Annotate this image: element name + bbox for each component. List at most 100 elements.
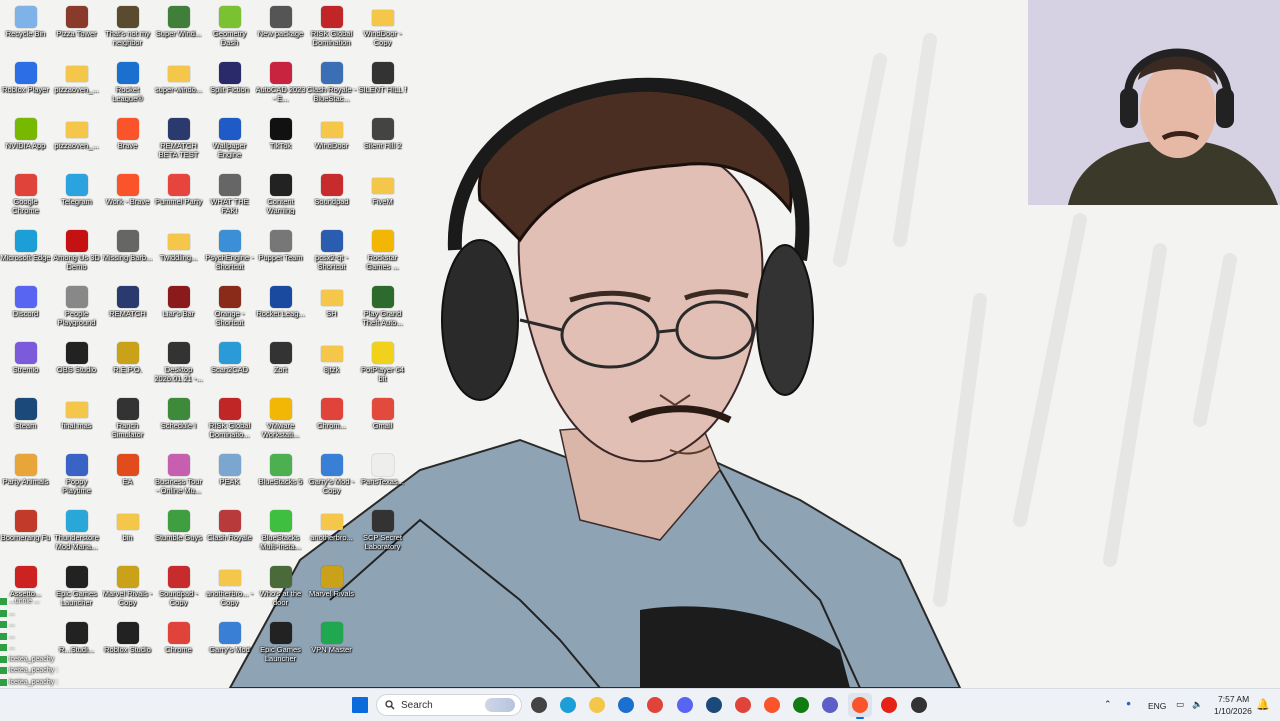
desktop-shortcut[interactable]: super-windo... xyxy=(153,60,204,116)
desktop-shortcut[interactable]: Microsoft Edge xyxy=(0,228,51,284)
desktop-shortcut[interactable]: FiveM xyxy=(357,172,408,228)
desktop-shortcut[interactable]: Schedule I xyxy=(153,396,204,452)
desktop-shortcut[interactable]: Poppy Playtime xyxy=(51,452,102,508)
desktop-shortcut[interactable]: Twiddling... xyxy=(153,228,204,284)
teams-taskbar[interactable] xyxy=(818,693,842,717)
desktop-shortcut[interactable]: Content Warning xyxy=(255,172,306,228)
desktop-shortcut[interactable]: Telegram xyxy=(51,172,102,228)
desktop-shortcut[interactable]: Boomerang Fu xyxy=(0,508,51,564)
desktop-shortcut[interactable]: Gmail xyxy=(357,396,408,452)
desktop-shortcut[interactable]: Soundpad xyxy=(306,172,357,228)
desktop-shortcut[interactable]: Brave xyxy=(102,116,153,172)
brave-active-taskbar[interactable] xyxy=(848,693,872,719)
desktop-shortcut[interactable]: Rocket Leag... xyxy=(255,284,306,340)
desktop-shortcut[interactable]: AutoCAD 2023 - E... xyxy=(255,60,306,116)
desktop-shortcut[interactable]: New package xyxy=(255,4,306,60)
desktop-shortcut[interactable]: TikTok xyxy=(255,116,306,172)
vpn-taskbar[interactable] xyxy=(731,693,755,717)
desktop-shortcut[interactable]: anotherbro... xyxy=(306,508,357,564)
desktop-shortcut[interactable]: Liar's Bar xyxy=(153,284,204,340)
desktop-shortcut[interactable]: BlueStacks Multi-Insta... xyxy=(255,508,306,564)
desktop-shortcut[interactable]: Rockstar Games ... xyxy=(357,228,408,284)
desktop-shortcut[interactable]: Soundpad - Copy xyxy=(153,564,204,620)
desktop-shortcut[interactable]: PsychEngine - Shortcut xyxy=(204,228,255,284)
desktop-shortcut[interactable]: Silent Hill 2 xyxy=(357,116,408,172)
desktop-shortcut[interactable]: That's not my neighbor xyxy=(102,4,153,60)
network-icon[interactable]: ▭ xyxy=(1176,699,1184,710)
desktop-shortcut[interactable]: Stremio xyxy=(0,340,51,396)
desktop-shortcut[interactable]: Discord xyxy=(0,284,51,340)
desktop-shortcut[interactable]: REMATCH BETA TEST xyxy=(153,116,204,172)
desktop-shortcut[interactable]: 8jtzk xyxy=(306,340,357,396)
notification-bell-icon[interactable]: 🔔 xyxy=(1256,698,1270,711)
steam-taskbar[interactable] xyxy=(702,693,726,717)
desktop-shortcut[interactable]: final.mas xyxy=(51,396,102,452)
desktop-shortcut[interactable]: OBS Studio xyxy=(51,340,102,396)
desktop-shortcut[interactable]: Chrom... xyxy=(306,396,357,452)
desktop-shortcut[interactable]: ParisTexas... xyxy=(357,452,408,508)
desktop-shortcut[interactable]: PotPlayer 64 bit xyxy=(357,340,408,396)
desktop-shortcut[interactable]: SCP Secret Laboratory xyxy=(357,508,408,564)
task-view-button[interactable] xyxy=(527,693,551,717)
brave-taskbar[interactable] xyxy=(760,693,784,717)
desktop-shortcut[interactable]: Wallpaper Engine xyxy=(204,116,255,172)
chrome-taskbar[interactable] xyxy=(643,693,667,717)
desktop-shortcut[interactable]: Roblox Player xyxy=(0,60,51,116)
desktop-shortcut[interactable]: RISK Global Dominatio... xyxy=(204,396,255,452)
file-explorer-taskbar[interactable] xyxy=(585,693,609,717)
tray-overflow-chevron-icon[interactable]: ⌃ xyxy=(1104,699,1112,710)
edge-taskbar[interactable] xyxy=(556,693,580,717)
desktop-shortcut[interactable]: Pizza Tower xyxy=(51,4,102,60)
desktop-shortcut[interactable]: Google Chrome xyxy=(0,172,51,228)
desktop-shortcut[interactable]: Scan2CAD xyxy=(204,340,255,396)
desktop-shortcut[interactable]: pizzaoven_... xyxy=(51,60,102,116)
desktop-shortcut[interactable]: Business Tour - Online Mu... xyxy=(153,452,204,508)
xbox-taskbar[interactable] xyxy=(789,693,813,717)
desktop-shortcut[interactable]: bin xyxy=(102,508,153,564)
desktop-shortcut[interactable]: Missing Barb... xyxy=(102,228,153,284)
desktop-shortcut[interactable]: anotherbro... - Copy xyxy=(204,564,255,620)
desktop-shortcut[interactable]: Garry's Mod - Copy xyxy=(306,452,357,508)
discord-taskbar[interactable] xyxy=(673,693,697,717)
desktop-shortcut[interactable]: Zort xyxy=(255,340,306,396)
desktop-shortcut[interactable]: Desktop 2026.01.21 -... xyxy=(153,340,204,396)
desktop-shortcut[interactable]: BlueStacks 5 xyxy=(255,452,306,508)
desktop-shortcut[interactable]: pizzaoven_... xyxy=(51,116,102,172)
desktop-shortcut[interactable]: SH xyxy=(306,284,357,340)
desktop-shortcut[interactable]: Recycle Bin xyxy=(0,4,51,60)
desktop-shortcut[interactable]: Steam xyxy=(0,396,51,452)
desktop-shortcut[interactable]: VPN Master xyxy=(306,620,357,676)
desktop-shortcut[interactable]: VMware Workstati... xyxy=(255,396,306,452)
outlook-taskbar[interactable] xyxy=(614,693,638,717)
desktop-shortcut[interactable]: RISK Global Domination xyxy=(306,4,357,60)
desktop-shortcut[interactable]: WindDoor xyxy=(306,116,357,172)
desktop-shortcut[interactable]: People Playground xyxy=(51,284,102,340)
desktop-shortcut[interactable]: Thunderstore Mod Mana... xyxy=(51,508,102,564)
desktop-shortcut[interactable]: Marvel Rivals xyxy=(306,564,357,620)
desktop-shortcut[interactable]: Play Grand Theft Auto... xyxy=(357,284,408,340)
desktop-shortcut[interactable]: Orange - Shortcut xyxy=(204,284,255,340)
desktop-shortcut[interactable]: Puppet Team xyxy=(255,228,306,284)
desktop-shortcut[interactable]: Party Animals xyxy=(0,452,51,508)
desktop-shortcut[interactable]: Stumble Guys xyxy=(153,508,204,564)
desktop-shortcut[interactable]: Ranch Simulator xyxy=(102,396,153,452)
clock-time[interactable]: 7:57 AM xyxy=(1218,694,1249,704)
desktop-shortcut[interactable]: pcsx2-qt - Shortcut xyxy=(306,228,357,284)
youtube-taskbar[interactable] xyxy=(877,693,901,717)
desktop-shortcut[interactable]: Super Wind... xyxy=(153,4,204,60)
volume-icon[interactable]: 🔈 xyxy=(1192,699,1203,710)
clock-date[interactable]: 1/10/2026 xyxy=(1214,706,1252,716)
language-indicator[interactable]: ENG xyxy=(1148,701,1166,711)
desktop-shortcut[interactable]: SILENT HILL f xyxy=(357,60,408,116)
desktop-shortcut[interactable]: Who's at the door xyxy=(255,564,306,620)
desktop-shortcut[interactable]: Split Fiction xyxy=(204,60,255,116)
taskbar-search-box[interactable]: Search xyxy=(376,694,522,716)
desktop-shortcut[interactable]: Epic Games Launcher xyxy=(255,620,306,676)
start-button[interactable] xyxy=(348,693,372,717)
desktop-shortcut[interactable]: Geometry Dash xyxy=(204,4,255,60)
desktop-shortcut[interactable]: R.E.P.O. xyxy=(102,340,153,396)
desktop-shortcut[interactable]: Among Us 3D Demo xyxy=(51,228,102,284)
microphone-icon[interactable]: ● xyxy=(1126,698,1131,708)
desktop-shortcut[interactable]: PEAK xyxy=(204,452,255,508)
desktop-shortcut[interactable]: NVIDIA App xyxy=(0,116,51,172)
